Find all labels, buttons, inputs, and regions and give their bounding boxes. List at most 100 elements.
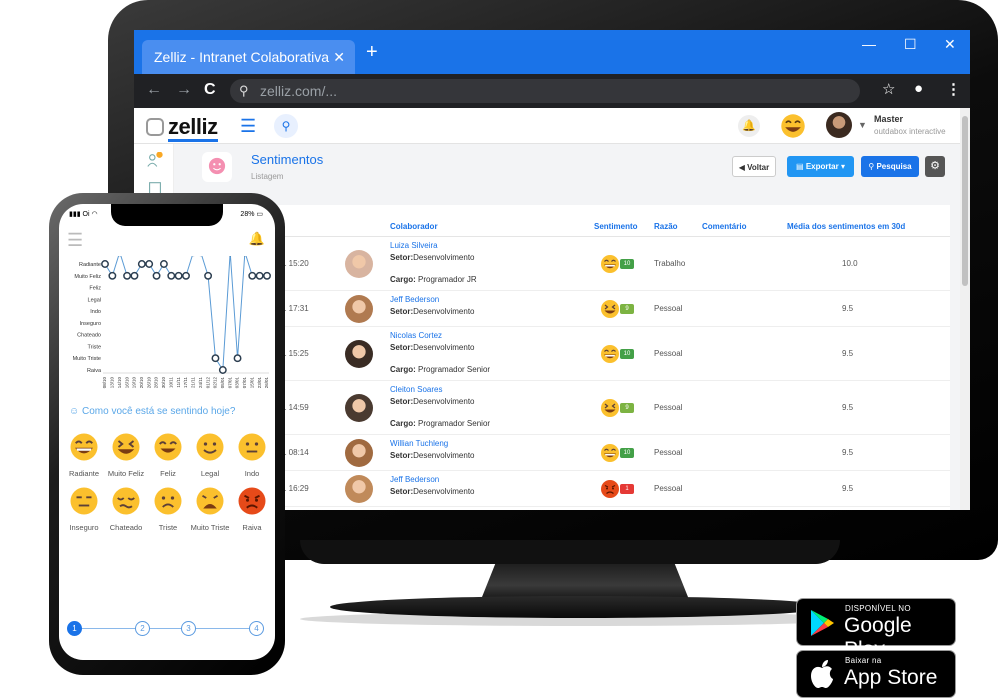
pesquisa-button[interactable]: ⚲ Pesquisa	[861, 156, 919, 177]
browser-tab[interactable]: Zelliz - Intranet Colaborativa ✕	[142, 40, 355, 74]
profile-icon[interactable]: ●	[914, 80, 923, 97]
table-row[interactable]: 1 15:25 Nicolas Cortez Setor:Desenvolvim…	[184, 327, 950, 381]
row-razao: Pessoal	[654, 304, 683, 313]
phone-hamburger-icon[interactable]: ☰	[67, 230, 83, 251]
table-row[interactable]: 1 16:29 Jeff Bederson Setor:Desenvolvime…	[184, 471, 950, 507]
mood-option-muito-triste[interactable]: Muito Triste	[189, 486, 231, 532]
back-arrow-icon[interactable]: ←	[146, 81, 162, 99]
row-avatar	[345, 439, 373, 467]
hamburger-menu-icon[interactable]: ☰	[240, 116, 256, 137]
mood-option-inseguro[interactable]: Inseguro	[63, 486, 105, 532]
chart-point[interactable]	[145, 260, 154, 268]
row-setor: Setor:Desenvolvimento	[390, 487, 475, 496]
voltar-button[interactable]: ◀ Voltar	[732, 156, 776, 177]
new-tab-button[interactable]: +	[366, 42, 378, 62]
stepper-step[interactable]: 2	[135, 621, 150, 636]
user-avatar[interactable]	[826, 112, 852, 138]
exportar-button[interactable]: ▤ Exportar ▾	[787, 156, 854, 177]
row-name-link[interactable]: Willian Tuchleng	[390, 439, 448, 448]
users-icon[interactable]	[146, 152, 164, 170]
monitor-base	[330, 596, 830, 618]
stepper-step[interactable]: 4	[249, 621, 264, 636]
chart-point[interactable]	[130, 271, 139, 280]
gear-icon: ⚙	[930, 160, 940, 172]
col-comentario[interactable]: Comentário	[702, 222, 746, 231]
app-store-badge[interactable]: Baixar na App Store	[796, 650, 956, 698]
chart-point[interactable]	[182, 271, 190, 280]
mood-option-triste[interactable]: Triste	[147, 486, 189, 532]
chart-point[interactable]	[218, 366, 227, 374]
mood-option-feliz[interactable]: Feliz	[147, 432, 189, 478]
row-mood-icon	[600, 299, 620, 324]
chart-point[interactable]	[108, 271, 117, 280]
page-title: Sentimentos	[251, 152, 324, 167]
table-row[interactable]: 1 17:31 Jeff Bederson Setor:Desenvolvime…	[184, 291, 950, 327]
forward-arrow-icon[interactable]: →	[176, 81, 192, 99]
url-input[interactable]: ⚲ zelliz.com/...	[230, 79, 860, 103]
bookmark-star-icon[interactable]: ☆	[882, 80, 895, 98]
chart-x-label: 15/01	[249, 377, 254, 389]
browser-menu-icon[interactable]: ⋮	[946, 80, 961, 98]
minimize-button[interactable]: —	[862, 36, 876, 52]
col-sentimento[interactable]: Sentimento	[594, 222, 638, 231]
mood-option-radiante[interactable]: Radiante	[63, 432, 105, 478]
tab-close-icon[interactable]: ✕	[333, 40, 345, 74]
table-row[interactable]: 1 08:14 Willian Tuchleng Setor:Desenvolv…	[184, 435, 950, 471]
chart-x-label: 26/01	[264, 377, 269, 389]
app-logo[interactable]: zelliz	[146, 114, 218, 142]
row-name-link[interactable]: Jeff Bederson	[390, 475, 439, 484]
chart-x-label: 20/10	[139, 377, 144, 389]
phone-bell-icon[interactable]: 🔔	[249, 231, 265, 247]
chart-x-label: 24/11	[198, 377, 203, 388]
page-subtitle: Listagem	[251, 172, 284, 181]
chart-point[interactable]	[255, 271, 264, 280]
chart-point[interactable]	[123, 271, 132, 280]
table-row[interactable]: 1 15:20 Luiza Silveira Setor:Desenvolvim…	[184, 237, 950, 291]
app-header: zelliz ☰ ⚲ 🔔 ▼ Master outdabox interacti…	[134, 108, 960, 144]
chart-point[interactable]	[263, 271, 271, 280]
scrollbar-thumb[interactable]	[962, 116, 968, 286]
feliz-face-icon	[153, 433, 183, 466]
row-cargo: Cargo: Programador Senior	[390, 365, 490, 374]
chart-point[interactable]	[152, 271, 161, 280]
mood-option-indo[interactable]: Indo	[231, 432, 273, 478]
col-media[interactable]: Média dos sentimentos em 30d	[787, 222, 905, 231]
notification-bell-icon[interactable]: 🔔	[738, 115, 760, 137]
chart-point[interactable]	[233, 354, 242, 363]
col-colaborador[interactable]: Colaborador	[390, 222, 438, 231]
row-name-link[interactable]: Nicolas Cortez	[390, 331, 442, 340]
mood-option-muito-feliz[interactable]: Muito Feliz	[105, 432, 147, 478]
row-name-link[interactable]: Cleiton Soares	[390, 385, 442, 394]
chart-point[interactable]	[101, 260, 109, 268]
stepper-step[interactable]: 1	[67, 621, 82, 636]
header-mood-icon[interactable]	[780, 113, 806, 144]
row-name-link[interactable]: Luiza Silveira	[390, 241, 438, 250]
chart-point[interactable]	[167, 271, 176, 280]
mood-question: ☺ Como você está se sentindo hoje?	[69, 406, 235, 417]
col-razao[interactable]: Razão	[654, 222, 678, 231]
table-row[interactable]: 1 14:59 Cleiton Soares Setor:Desenvolvim…	[184, 381, 950, 435]
chart-point[interactable]	[159, 260, 168, 268]
mood-option-legal[interactable]: Legal	[189, 432, 231, 478]
search-button[interactable]: ⚲	[274, 114, 298, 138]
chevron-down-icon[interactable]: ▼	[858, 120, 867, 130]
row-media: 9.5	[842, 484, 854, 493]
maximize-button[interactable]: ☐	[904, 36, 917, 53]
chart-point[interactable]	[248, 271, 257, 280]
row-mood-score: 9	[620, 304, 634, 314]
chart-point[interactable]	[174, 271, 183, 280]
chart-point[interactable]	[137, 260, 146, 268]
mood-option-label: Raiva	[242, 523, 262, 532]
chart-point[interactable]	[211, 354, 220, 363]
page-scrollbar[interactable]	[960, 108, 970, 510]
settings-gear-button[interactable]: ⚙	[925, 156, 945, 177]
mood-option-chateado[interactable]: Chateado	[105, 486, 147, 532]
mood-option-raiva[interactable]: Raiva	[231, 486, 273, 532]
close-window-button[interactable]: ✕	[944, 36, 956, 53]
muito-feliz-face-icon	[111, 433, 141, 466]
reload-icon[interactable]: C	[204, 81, 216, 99]
row-name-link[interactable]: Jeff Bederson	[390, 295, 439, 304]
google-play-badge[interactable]: DISPONÍVEL NO Google Play	[796, 598, 956, 661]
chart-point[interactable]	[204, 271, 213, 280]
stepper-step[interactable]: 3	[181, 621, 196, 636]
